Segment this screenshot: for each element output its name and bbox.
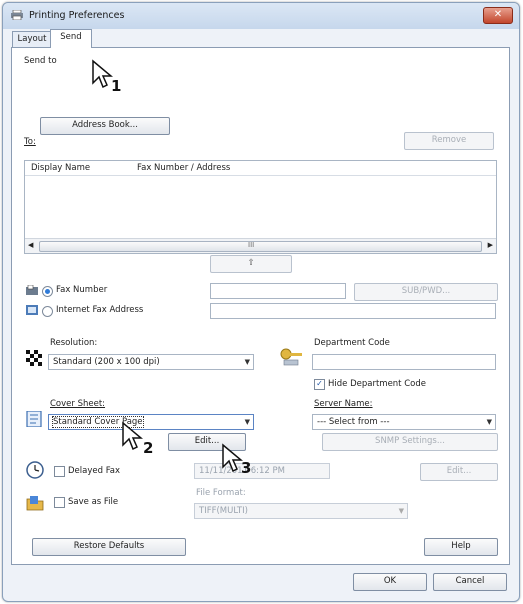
- remove-button[interactable]: Remove: [404, 132, 494, 150]
- horizontal-scrollbar[interactable]: ◀ III ▶: [25, 238, 496, 253]
- fax-number-radio[interactable]: [42, 286, 53, 297]
- step-3-number: 3: [241, 459, 252, 477]
- file-format-label: File Format:: [196, 488, 246, 498]
- cursor-arrow-icon: [92, 59, 113, 89]
- address-book-button[interactable]: Address Book...: [40, 117, 170, 135]
- cursor-arrow-icon: [122, 421, 143, 451]
- chevron-down-icon: ▼: [244, 418, 250, 426]
- send-to-label: Send to: [24, 56, 57, 66]
- server-name-select[interactable]: --- Select from --- ▼: [312, 414, 496, 430]
- dialog-client: Layout Send Send to Address Book... To: …: [9, 29, 512, 595]
- cover-sheet-select[interactable]: Standard Cover Page ▼: [48, 414, 254, 430]
- server-name-label: Server Name:: [314, 399, 373, 409]
- ok-button[interactable]: OK: [353, 573, 427, 591]
- fax-number-input[interactable]: [210, 283, 346, 299]
- resolution-icon: [26, 350, 42, 366]
- tab-layout[interactable]: Layout: [12, 31, 52, 48]
- resolution-value: Standard (200 x 100 dpi): [53, 357, 160, 367]
- resolution-label: Resolution:: [50, 338, 98, 348]
- clock-icon: [26, 461, 44, 479]
- scroll-thumb[interactable]: III: [39, 241, 482, 252]
- delayed-fax-edit-button[interactable]: Edit...: [420, 463, 498, 481]
- department-code-label: Department Code: [314, 338, 390, 348]
- scroll-left-icon[interactable]: ◀: [28, 241, 33, 249]
- sub-pwd-button[interactable]: SUB/PWD...: [354, 283, 498, 301]
- to-label: To:: [24, 137, 36, 147]
- snmp-settings-button[interactable]: SNMP Settings...: [322, 433, 498, 451]
- cursor-arrow-icon: [222, 443, 243, 473]
- file-format-select[interactable]: TIFF(MULTI) ▼: [194, 503, 408, 519]
- send-panel: Send to Address Book... To: Remove Displ…: [11, 47, 510, 565]
- cover-sheet-icon: [26, 411, 42, 427]
- step-1-number: 1: [111, 77, 122, 95]
- tab-send[interactable]: Send: [50, 29, 92, 48]
- hide-department-label: Hide Department Code: [328, 379, 426, 389]
- fax-number-label: Fax Number: [56, 285, 108, 295]
- step-2-number: 2: [143, 439, 154, 457]
- save-as-file-checkbox[interactable]: [54, 497, 65, 508]
- move-up-button[interactable]: ⇧: [210, 255, 292, 273]
- resolution-select[interactable]: Standard (200 x 100 dpi) ▼: [48, 354, 254, 370]
- scroll-grip: III: [248, 241, 255, 249]
- printing-preferences-window: Printing Preferences ✕ Layout Send Send …: [2, 2, 520, 602]
- column-fax-number[interactable]: Fax Number / Address: [137, 163, 230, 173]
- hide-department-checkbox[interactable]: ✓: [314, 379, 325, 390]
- cancel-button[interactable]: Cancel: [433, 573, 507, 591]
- cover-sheet-label: Cover Sheet:: [50, 399, 106, 409]
- help-button[interactable]: Help: [424, 538, 498, 556]
- chevron-down-icon: ▼: [244, 358, 250, 366]
- chevron-down-icon: ▼: [398, 507, 404, 515]
- delayed-fax-checkbox[interactable]: [54, 466, 65, 477]
- title-bar: Printing Preferences ✕: [3, 3, 519, 29]
- fax-icon: [26, 285, 38, 295]
- delayed-fax-label: Delayed Fax: [68, 466, 121, 476]
- internet-fax-radio[interactable]: [42, 306, 53, 317]
- save-as-file-label: Save as File: [68, 497, 119, 507]
- window-title: Printing Preferences: [29, 10, 125, 21]
- internet-fax-label: Internet Fax Address: [56, 305, 144, 315]
- department-code-input[interactable]: [312, 354, 496, 370]
- save-file-icon: [26, 496, 44, 511]
- column-display-name[interactable]: Display Name: [31, 163, 90, 173]
- close-button[interactable]: ✕: [483, 7, 513, 24]
- delayed-fax-datetime[interactable]: 11/11/2011 6:12 PM: [194, 463, 330, 479]
- recipient-list[interactable]: Display Name Fax Number / Address ◀ III …: [24, 160, 497, 254]
- key-icon: [280, 348, 302, 366]
- internet-fax-icon: [26, 305, 38, 315]
- printer-icon: [11, 10, 23, 20]
- file-format-value: TIFF(MULTI): [199, 506, 248, 516]
- internet-fax-input[interactable]: [210, 303, 496, 319]
- scroll-right-icon[interactable]: ▶: [488, 241, 493, 249]
- list-header: Display Name Fax Number / Address: [25, 161, 496, 176]
- chevron-down-icon: ▼: [486, 418, 492, 426]
- server-name-value: --- Select from ---: [317, 417, 390, 427]
- restore-defaults-button[interactable]: Restore Defaults: [32, 538, 186, 556]
